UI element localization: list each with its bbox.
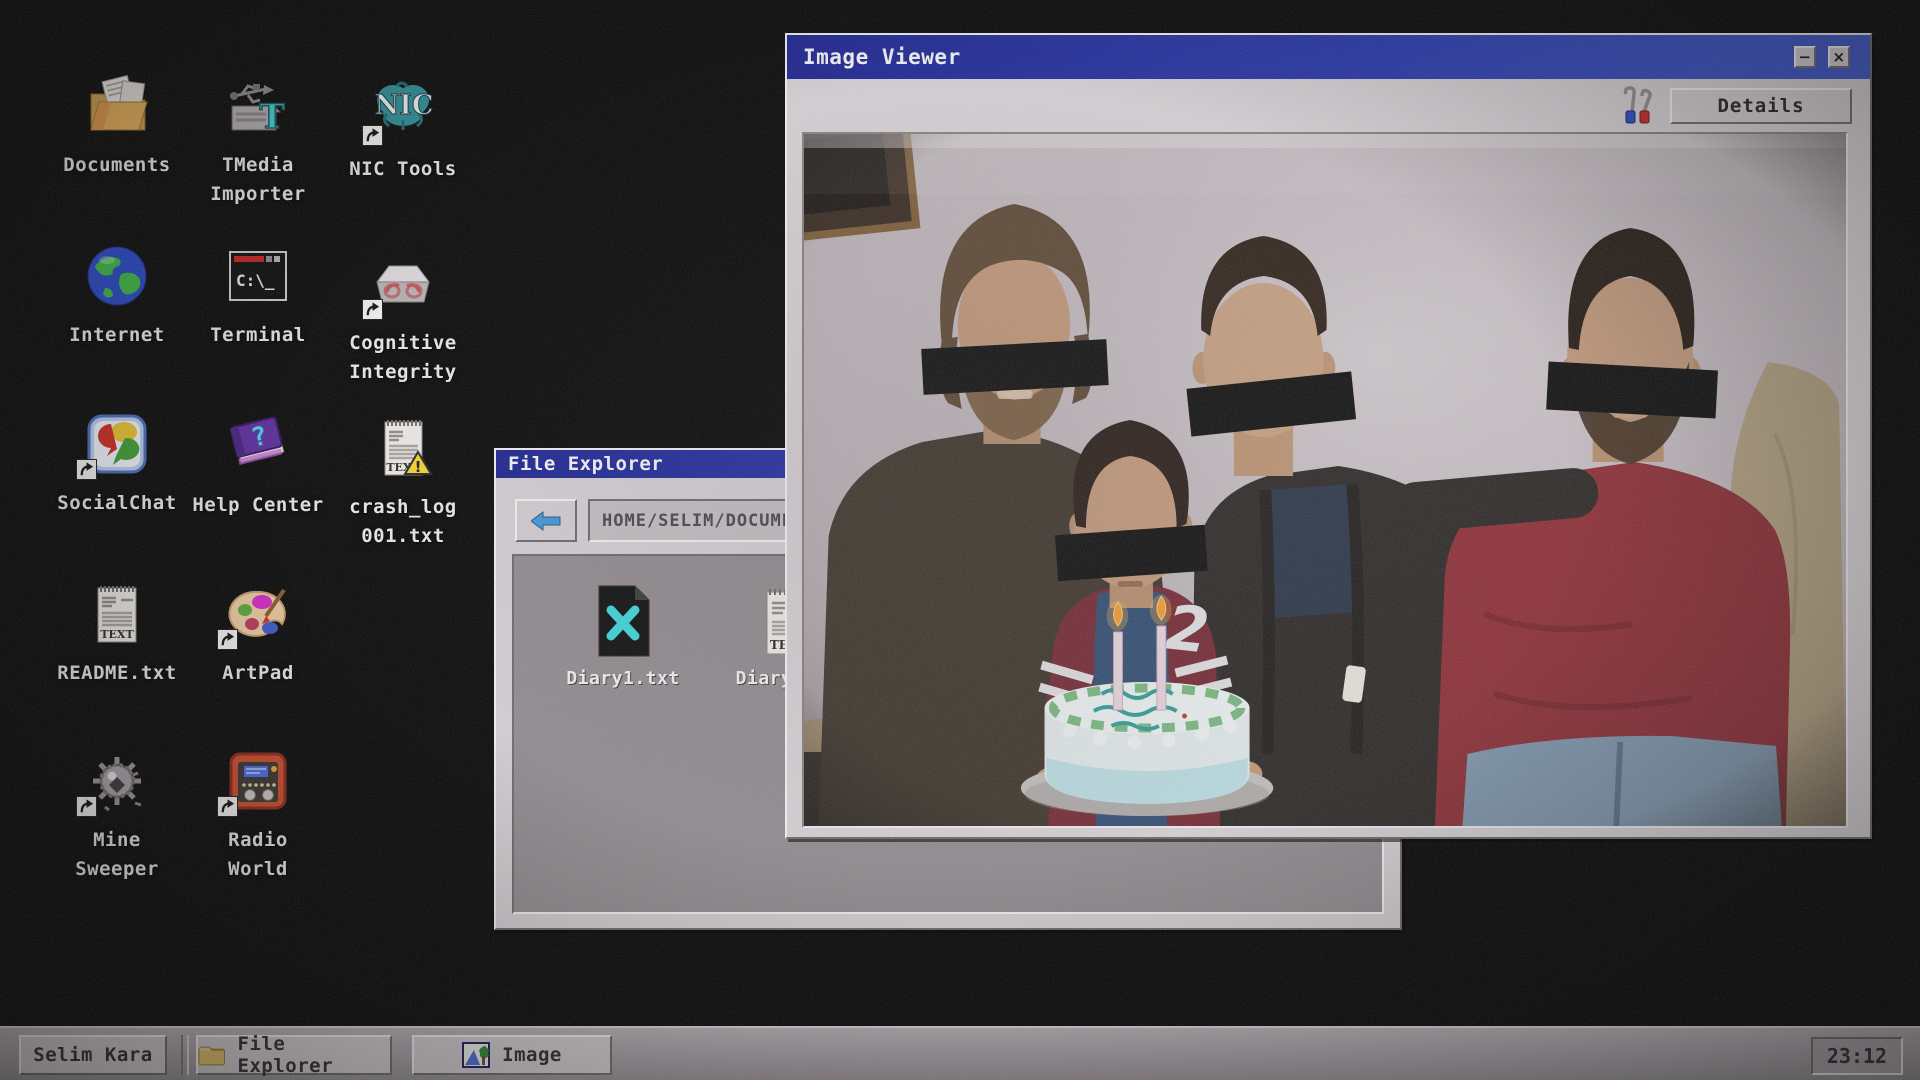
icon-label: MineSweeper <box>75 826 159 884</box>
globe-icon <box>81 240 153 312</box>
mine-icon <box>81 745 153 817</box>
desktop-icon-documents[interactable]: Documents <box>37 70 197 180</box>
image-viewer-window: Image Viewer − × Details <box>785 33 1872 839</box>
shortcut-arrow-icon <box>217 796 238 817</box>
close-icon: × <box>1832 50 1845 65</box>
desktop-icon-mine-sweeper[interactable]: MineSweeper <box>37 745 197 884</box>
desktop-icon-cognitive-integrity[interactable]: CognitiveIntegrity <box>323 248 483 387</box>
icon-label: NIC Tools <box>349 155 456 184</box>
details-button[interactable]: Details <box>1670 88 1852 124</box>
shortcut-arrow-icon <box>362 125 383 146</box>
icon-label: Help Center <box>192 491 323 520</box>
shortcut-arrow-icon <box>217 629 238 650</box>
user-start-button[interactable]: Selim Kara <box>19 1035 167 1075</box>
svg-text:TEXT: TEXT <box>100 628 134 641</box>
brain-nic-icon: NIC <box>367 74 439 146</box>
minimize-button[interactable]: − <box>1794 46 1816 68</box>
chat-bubbles-icon <box>81 408 153 480</box>
taskbar: Selim Kara File Explorer Image 23:12 <box>0 1026 1920 1080</box>
tools-plug-icon[interactable] <box>1616 86 1652 126</box>
icon-label: RadioWorld <box>228 826 288 884</box>
taskbar-button-file-explorer[interactable]: File Explorer <box>196 1035 392 1075</box>
close-button[interactable]: × <box>1828 46 1850 68</box>
minimize-icon: − <box>1798 50 1811 65</box>
help-book-icon: ? <box>222 410 294 482</box>
corrupted-file-icon <box>593 584 653 658</box>
desktop-icon-help-center[interactable]: ? Help Center <box>178 410 338 520</box>
taskbar-button-image[interactable]: Image <box>412 1035 612 1075</box>
usb-device-icon: T <box>222 70 294 142</box>
desktop-icon-artpad[interactable]: ArtPad <box>178 578 338 688</box>
shortcut-arrow-icon <box>362 299 383 320</box>
desktop-icon-crash-log[interactable]: TEXT ! crash_log001.txt <box>323 412 483 551</box>
radio-icon <box>222 745 294 817</box>
svg-text:T: T <box>259 97 284 137</box>
image-viewer-toolbar: Details <box>789 81 1868 131</box>
icon-label: CognitiveIntegrity <box>349 329 456 387</box>
text-file-icon: TEXT <box>81 578 153 650</box>
window-title: Image Viewer <box>803 45 961 69</box>
desktop-icon-terminal[interactable]: C:\_ Terminal <box>178 240 338 350</box>
icon-label: Terminal <box>210 321 306 350</box>
window-title: File Explorer <box>508 453 663 475</box>
icon-label: TMediaImporter <box>210 151 306 209</box>
desktop-icon-radio-world[interactable]: RadioWorld <box>178 745 338 884</box>
terminal-window-icon: C:\_ <box>222 240 294 312</box>
svg-text:NIC: NIC <box>375 90 434 121</box>
image-viewer-titlebar[interactable]: Image Viewer − × <box>787 35 1870 79</box>
desktop-icon-readme[interactable]: TEXT README.txt <box>37 578 197 688</box>
taskbar-separator <box>181 1035 189 1075</box>
photo-frame: 2 <box>802 132 1848 828</box>
icon-label: ArtPad <box>222 659 294 688</box>
desktop-icon-internet[interactable]: Internet <box>37 240 197 350</box>
back-arrow-icon <box>531 510 561 532</box>
icon-label: README.txt <box>57 659 176 688</box>
family-photo: 2 <box>804 134 1846 826</box>
desktop-icon-tmedia-importer[interactable]: T TMediaImporter <box>178 70 338 209</box>
keycap-device-icon <box>367 248 439 320</box>
taskbar-clock: 23:12 <box>1811 1037 1903 1075</box>
desktop-icon-socialchat[interactable]: SocialChat <box>37 408 197 518</box>
image-icon <box>462 1042 490 1068</box>
back-button[interactable] <box>515 499 577 542</box>
icon-label: Documents <box>63 151 170 180</box>
icon-label: crash_log001.txt <box>349 493 456 551</box>
icon-label: SocialChat <box>57 489 176 518</box>
shortcut-arrow-icon <box>76 796 97 817</box>
icon-label: Internet <box>69 321 165 350</box>
desktop-icon-nic-tools[interactable]: NIC NIC Tools <box>323 74 483 184</box>
shortcut-arrow-icon <box>76 459 97 480</box>
folder-documents-icon <box>81 70 153 142</box>
paint-palette-icon <box>222 578 294 650</box>
svg-text:C:\_: C:\_ <box>236 271 275 290</box>
svg-text:!: ! <box>415 458 422 476</box>
text-file-warning-icon: TEXT ! <box>367 412 439 484</box>
folder-icon <box>198 1044 226 1066</box>
file-item-diary1[interactable]: Diary1.txt <box>561 584 685 689</box>
